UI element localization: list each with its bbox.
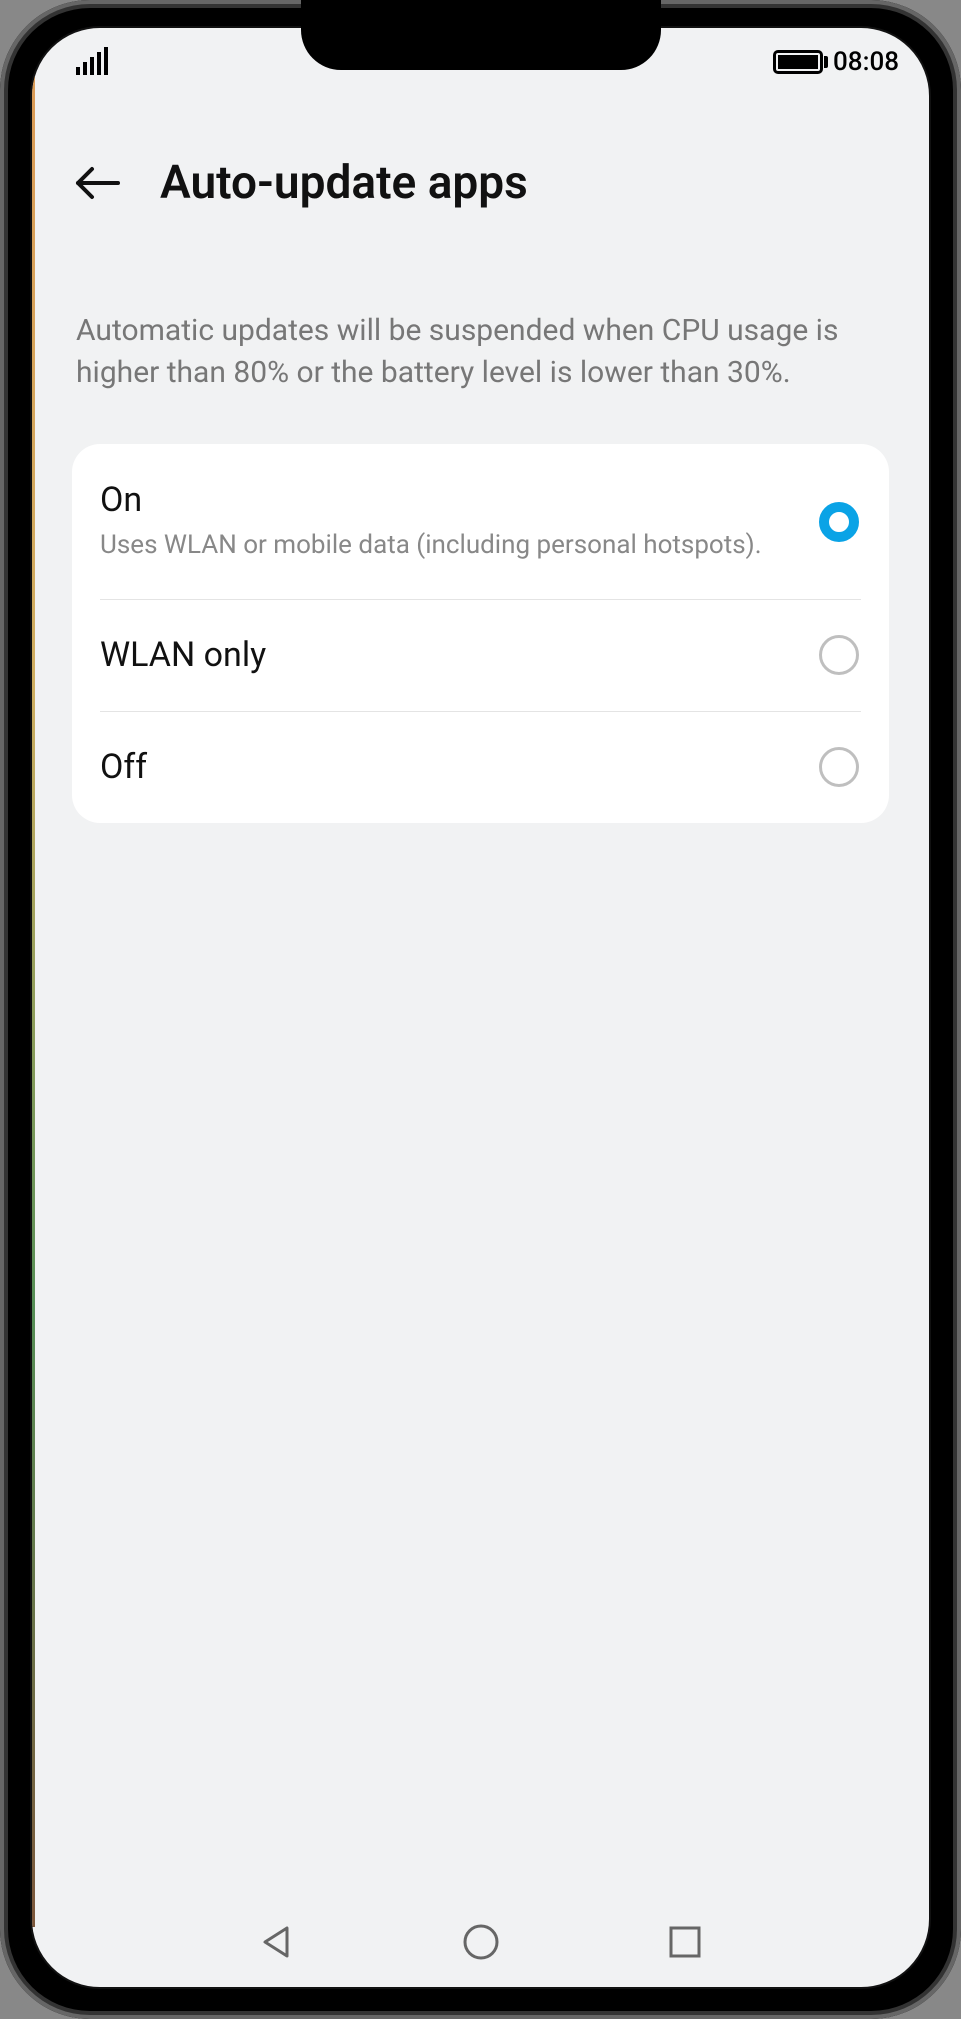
phone-frame: 08:08 Auto-update apps Automatic updates… bbox=[0, 0, 961, 2019]
option-title: WLAN only bbox=[100, 635, 799, 675]
status-right: 08:08 bbox=[773, 47, 899, 77]
option-on[interactable]: On Uses WLAN or mobile data (including p… bbox=[72, 444, 889, 599]
option-title: Off bbox=[100, 747, 799, 787]
status-left bbox=[76, 49, 108, 75]
radio-unchecked-icon bbox=[819, 747, 859, 787]
option-off[interactable]: Off bbox=[72, 711, 889, 823]
page-header: Auto-update apps bbox=[32, 96, 929, 250]
signal-strength-icon bbox=[76, 49, 108, 75]
page-description: Automatic updates will be suspended when… bbox=[32, 250, 929, 394]
back-arrow-icon[interactable] bbox=[72, 165, 120, 201]
options-card: On Uses WLAN or mobile data (including p… bbox=[72, 444, 889, 823]
nav-recent-icon[interactable] bbox=[663, 1920, 707, 1964]
status-clock: 08:08 bbox=[833, 47, 899, 77]
option-subtitle: Uses WLAN or mobile data (including pers… bbox=[100, 528, 799, 563]
nav-back-icon[interactable] bbox=[255, 1920, 299, 1964]
system-nav-bar bbox=[32, 1897, 929, 1987]
nav-home-icon[interactable] bbox=[459, 1920, 503, 1964]
option-title: On bbox=[100, 480, 799, 520]
screen: 08:08 Auto-update apps Automatic updates… bbox=[30, 26, 931, 1989]
radio-checked-icon bbox=[819, 502, 859, 542]
option-wlan-only[interactable]: WLAN only bbox=[72, 599, 889, 711]
radio-unchecked-icon bbox=[819, 635, 859, 675]
status-bar: 08:08 bbox=[32, 28, 929, 96]
battery-icon bbox=[773, 50, 823, 74]
page-title: Auto-update apps bbox=[160, 156, 528, 210]
